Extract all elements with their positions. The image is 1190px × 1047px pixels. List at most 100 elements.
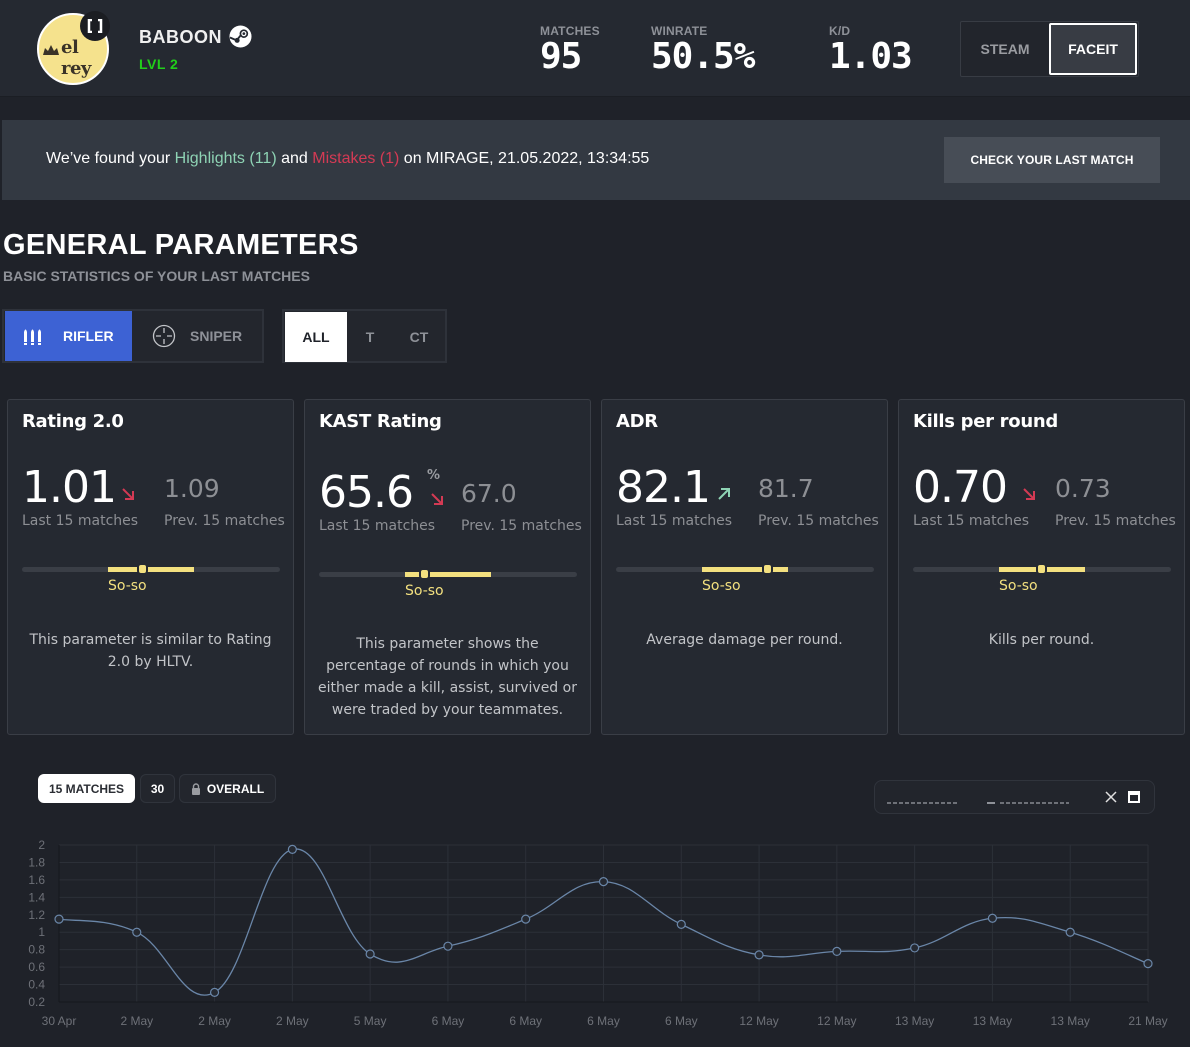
x-tick-label: 12 May [817, 1014, 856, 1028]
data-point [910, 943, 920, 953]
range-30-matches[interactable]: 30 [140, 774, 175, 803]
calendar-icon[interactable] [1127, 789, 1141, 804]
rating-chart: 2 1.8 1.6 1.4 1.2 1 0.8 0.6 0.4 0.2 30 Apr 2 May 2 M… [28, 838, 1167, 1028]
banner-message: We’ve found your Highlights (11) and Mis… [46, 150, 649, 168]
tab-all[interactable]: ALL [285, 312, 347, 362]
x-tick-label: 13 May [895, 1014, 934, 1028]
last-matches-label: Last 15 matches [616, 513, 733, 529]
tab-faceit[interactable]: FACEIT [1049, 23, 1137, 75]
start-date-input[interactable] [887, 786, 957, 808]
previous-value: 0.73 [1055, 474, 1111, 503]
parameter-cards: Rating 2.0 1.01 1.09 Last 15 matches Pre… [0, 393, 1190, 739]
y-tick-label: 0.4 [28, 978, 45, 992]
x-tick-label: 6 May [665, 1014, 698, 1028]
data-point [287, 844, 297, 854]
trend-down-icon [122, 488, 134, 500]
card-title: ADR [616, 411, 658, 432]
profile-header: el rey BABOON LVL 2 MATCHES 95 WINRATE 5… [0, 0, 1190, 97]
grade-bar [22, 563, 280, 575]
avatar-text: el rey [61, 37, 91, 79]
section-subtitle: BASIC STATISTICS OF YOUR LAST MATCHES [3, 268, 310, 284]
banner-prefix: We’ve found your [46, 150, 175, 167]
x-tick-label: 2 May [198, 1014, 231, 1028]
card-title: Kills per round [913, 411, 1058, 432]
y-tick-label: 1 [38, 925, 45, 939]
section-title: GENERAL PARAMETERS [3, 229, 359, 261]
current-value: 82.1 [616, 462, 711, 513]
data-point [1143, 959, 1153, 969]
lock-icon [191, 782, 200, 795]
prev-matches-label: Prev. 15 matches [758, 513, 879, 529]
last-match-banner: We’ve found your Highlights (11) and Mis… [2, 120, 1190, 200]
x-tick-label: 13 May [1051, 1014, 1090, 1028]
range-overall-label: OVERALL [206, 781, 265, 796]
y-tick-label: 0.6 [28, 960, 45, 974]
card-description: This parameter shows the percentage of r… [318, 636, 577, 718]
end-date-input[interactable] [987, 786, 1069, 808]
stat-value: 50.5% [651, 36, 755, 77]
trend-up-icon [718, 488, 730, 500]
check-last-match-button[interactable]: CHECK YOUR LAST MATCH [944, 137, 1160, 183]
card-description: Average damage per round. [646, 632, 843, 648]
crosshair-icon [152, 324, 176, 348]
mistakes-link[interactable]: Mistakes (1) [312, 150, 399, 167]
y-tick-label: 0.8 [28, 943, 45, 957]
y-tick-label: 1.2 [28, 908, 45, 922]
player-level: LVL 2 [139, 56, 179, 72]
banner-suffix: on MIRAGE, 21.05.2022, 13:34:55 [399, 150, 650, 167]
current-value: 65.6 [319, 467, 414, 518]
tab-sniper-label: SNIPER [190, 328, 243, 344]
y-tick-label: 1.8 [28, 855, 45, 869]
data-point [987, 913, 998, 923]
date-range-picker[interactable] [874, 780, 1155, 814]
role-toggle: RIFLER SNIPER [2, 309, 264, 363]
x-tick-label: 21 May [1128, 1014, 1167, 1028]
y-tick-label: 0.2 [28, 995, 45, 1009]
range-15-matches[interactable]: 15 MATCHES [38, 774, 135, 803]
y-tick-label: 1.4 [28, 890, 45, 904]
parameter-card: Kills per round 0.70 0.73 Last 15 matche… [898, 399, 1185, 735]
tab-t[interactable]: T [347, 312, 393, 362]
x-tick-label: 6 May [587, 1014, 620, 1028]
y-tick-label: 1.6 [28, 873, 45, 887]
x-tick-label: 2 May [276, 1014, 309, 1028]
stat-winrate: WINRATE 50.5% [651, 24, 755, 77]
grade-label: So-so [108, 578, 147, 594]
last-matches-label: Last 15 matches [913, 513, 1030, 529]
prev-matches-label: Prev. 15 matches [164, 513, 285, 529]
range-overall[interactable]: OVERALL [179, 774, 276, 803]
highlights-link[interactable]: Highlights (11) [175, 150, 277, 167]
card-title: Rating 2.0 [22, 411, 124, 432]
x-tick-label: 6 May [432, 1014, 465, 1028]
data-point [1065, 927, 1075, 937]
last-matches-label: Last 15 matches [319, 518, 436, 534]
tab-sniper[interactable]: SNIPER [132, 311, 262, 361]
previous-value: 1.09 [164, 474, 220, 503]
player-name: BABOON [139, 27, 222, 47]
grade-bar [913, 563, 1171, 575]
parameter-card: KAST Rating 65.6 % 67.0 Last 15 matches … [304, 399, 591, 735]
data-point [832, 946, 842, 957]
grade-bar [616, 563, 874, 575]
tab-ct[interactable]: CT [393, 312, 445, 362]
current-value: 0.70 [913, 462, 1008, 513]
grade-marker [137, 563, 148, 575]
clear-date-icon[interactable] [1104, 790, 1118, 804]
grade-marker [762, 563, 773, 575]
data-point [132, 927, 142, 937]
x-tick-label: 12 May [739, 1014, 778, 1028]
tab-rifler[interactable]: RIFLER [5, 311, 132, 361]
x-tick-label: 2 May [120, 1014, 153, 1028]
current-value: 1.01 [22, 462, 117, 513]
x-tick-label: 5 May [354, 1014, 387, 1028]
data-point [209, 987, 220, 998]
trend-down-icon [431, 493, 443, 505]
tab-steam[interactable]: STEAM [961, 22, 1049, 76]
steam-icon[interactable] [229, 25, 252, 48]
grade-zone [405, 572, 491, 577]
parameter-card: Rating 2.0 1.01 1.09 Last 15 matches Pre… [7, 399, 294, 735]
data-point [54, 914, 64, 924]
expand-icon[interactable] [80, 11, 110, 41]
tab-rifler-label: RIFLER [63, 328, 114, 344]
bullets-icon [24, 329, 41, 345]
